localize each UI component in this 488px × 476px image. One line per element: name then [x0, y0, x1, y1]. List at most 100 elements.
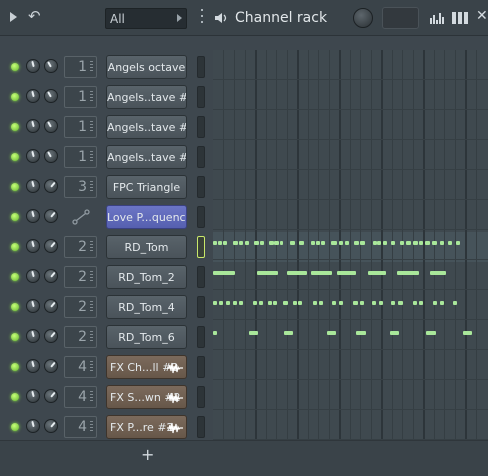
note-step[interactable]	[391, 241, 395, 245]
note-step[interactable]	[239, 241, 243, 245]
note-step[interactable]	[299, 241, 304, 245]
channel-pan-knob[interactable]	[26, 89, 40, 103]
note-step[interactable]	[226, 301, 230, 305]
channel-select-bar[interactable]	[197, 86, 205, 108]
mixer-track-target[interactable]: 1	[64, 116, 97, 138]
channel-mute-led[interactable]	[11, 243, 19, 251]
channel-pan-knob[interactable]	[26, 299, 40, 313]
note-step[interactable]	[327, 331, 336, 335]
channel-mute-led[interactable]	[11, 393, 19, 401]
note-step[interactable]	[290, 241, 295, 245]
channel-select-bar[interactable]	[197, 416, 205, 438]
note-step[interactable]	[260, 241, 264, 245]
channel-name-button[interactable]: Angels octave	[106, 55, 187, 79]
note-step[interactable]	[430, 271, 446, 275]
note-step[interactable]	[280, 241, 283, 245]
note-step[interactable]	[274, 241, 279, 245]
channel-select-bar[interactable]	[197, 56, 205, 78]
channel-volume-knob[interactable]	[44, 329, 58, 343]
add-channel-button[interactable]: +	[141, 445, 154, 464]
mixer-track-target[interactable]: 1	[64, 146, 97, 168]
channel-name-button[interactable]: FX Ch...ll #2	[106, 355, 187, 379]
channel-pan-knob[interactable]	[26, 59, 40, 73]
channel-pan-knob[interactable]	[26, 209, 40, 223]
channel-mute-led[interactable]	[11, 123, 19, 131]
note-step[interactable]	[273, 301, 277, 305]
note-step[interactable]	[316, 241, 320, 245]
note-step[interactable]	[440, 301, 444, 305]
mixer-track-target[interactable]: 2	[64, 236, 97, 258]
note-step[interactable]	[321, 241, 325, 245]
note-step[interactable]	[372, 301, 376, 305]
channel-mute-led[interactable]	[11, 183, 19, 191]
note-step[interactable]	[433, 301, 437, 305]
close-icon[interactable]: ✕	[476, 8, 488, 24]
note-step[interactable]	[311, 241, 315, 245]
channel-volume-knob[interactable]	[44, 89, 58, 103]
channel-pan-knob[interactable]	[26, 269, 40, 283]
window-menu-arrow-icon[interactable]	[10, 12, 17, 22]
note-step[interactable]	[319, 301, 323, 305]
note-step[interactable]	[213, 241, 217, 245]
note-step[interactable]	[419, 241, 423, 245]
channel-pan-knob[interactable]	[26, 419, 40, 433]
undo-icon[interactable]: ↶	[28, 7, 41, 25]
note-step[interactable]	[268, 301, 272, 305]
note-step[interactable]	[432, 241, 437, 245]
graph-editor-icon[interactable]	[430, 12, 446, 24]
channel-pan-knob[interactable]	[26, 239, 40, 253]
note-step[interactable]	[311, 271, 332, 275]
note-step[interactable]	[213, 331, 217, 335]
channel-volume-knob[interactable]	[44, 149, 58, 163]
note-step[interactable]	[239, 301, 243, 305]
note-step[interactable]	[259, 301, 263, 305]
note-step[interactable]	[331, 241, 337, 245]
note-step[interactable]	[253, 301, 257, 305]
channel-volume-knob[interactable]	[44, 179, 58, 193]
note-step[interactable]	[398, 301, 403, 305]
channel-pan-knob[interactable]	[26, 359, 40, 373]
note-step[interactable]	[356, 331, 366, 335]
channel-mute-led[interactable]	[11, 153, 19, 161]
note-step[interactable]	[448, 241, 452, 245]
note-step[interactable]	[345, 241, 349, 245]
note-step[interactable]	[456, 241, 460, 245]
note-step[interactable]	[400, 241, 404, 245]
channel-name-button[interactable]: RD_Tom	[106, 235, 187, 259]
note-step[interactable]	[283, 301, 288, 305]
note-step[interactable]	[313, 301, 317, 305]
note-step[interactable]	[293, 301, 297, 305]
channel-pan-knob[interactable]	[26, 119, 40, 133]
channel-mute-led[interactable]	[11, 213, 19, 221]
note-step[interactable]	[245, 241, 249, 245]
mixer-track-target[interactable]: 1	[64, 86, 97, 108]
channel-select-bar[interactable]	[197, 386, 205, 408]
note-step[interactable]	[298, 301, 302, 305]
note-step[interactable]	[254, 241, 259, 245]
channel-name-button[interactable]: RD_Tom_4	[106, 295, 187, 319]
note-step[interactable]	[353, 301, 358, 305]
channel-name-button[interactable]: Angels..tave #4	[106, 85, 187, 109]
channel-name-button[interactable]: Angels..tave #3	[106, 115, 187, 139]
channel-volume-knob[interactable]	[44, 419, 58, 433]
channel-name-button[interactable]: RD_Tom_6	[106, 325, 187, 349]
note-step[interactable]	[213, 271, 235, 275]
channel-name-button[interactable]: RD_Tom_2	[106, 265, 187, 289]
note-step[interactable]	[440, 241, 444, 245]
channel-select-bar[interactable]	[197, 116, 205, 138]
drag-handle-icon[interactable]	[201, 9, 203, 27]
channel-select-bar[interactable]	[197, 356, 205, 378]
mixer-track-target[interactable]: 2	[64, 326, 97, 348]
note-step[interactable]	[413, 241, 418, 245]
note-step[interactable]	[337, 271, 356, 275]
note-step[interactable]	[219, 301, 223, 305]
mixer-track-target[interactable]: 2	[64, 266, 97, 288]
channel-pan-knob[interactable]	[26, 329, 40, 343]
channel-select-bar[interactable]	[197, 326, 205, 348]
note-step[interactable]	[287, 271, 307, 275]
note-step[interactable]	[213, 301, 217, 305]
channel-mute-led[interactable]	[11, 63, 19, 71]
channel-name-button[interactable]: Love P...quency	[106, 205, 187, 229]
step-sequencer-grid[interactable]	[213, 50, 488, 440]
step-sequencer-icon[interactable]	[452, 12, 468, 24]
